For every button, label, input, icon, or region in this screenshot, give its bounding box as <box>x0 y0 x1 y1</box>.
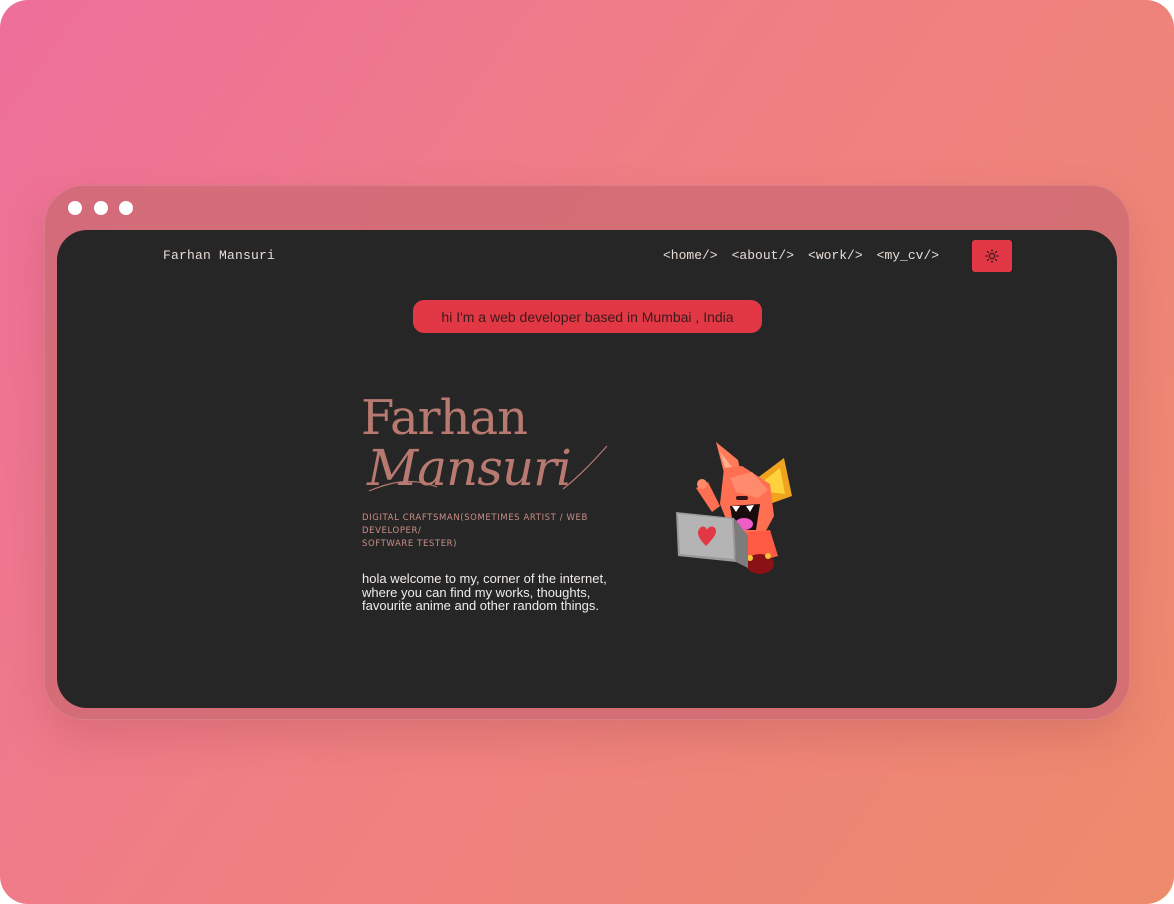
intro-text: hola welcome to my, corner of the intern… <box>362 571 607 614</box>
window-dot-3 <box>119 201 133 215</box>
sun-icon <box>985 249 999 263</box>
page-background: Farhan Mansuri <home/> <about/> <work/> … <box>0 0 1174 904</box>
tagline-pill: hi I'm a web developer based in Mumbai ,… <box>413 300 762 333</box>
window-dot-2 <box>94 201 108 215</box>
window-dot-1 <box>68 201 82 215</box>
nav-home[interactable]: <home/> <box>663 248 718 263</box>
role-line-2: SOFTWARE TESTER) <box>362 539 458 549</box>
hero-last-name: Mansuri <box>367 439 572 497</box>
site-brand[interactable]: Farhan Mansuri <box>163 248 275 263</box>
nav-work[interactable]: <work/> <box>808 248 863 263</box>
browser-window: Farhan Mansuri <home/> <about/> <work/> … <box>44 185 1130 720</box>
theme-toggle-button[interactable] <box>972 240 1012 272</box>
role-line-1: DIGITAL CRAFTSMAN(SOMETIMES ARTIST / WEB… <box>362 513 588 536</box>
nav-my-cv[interactable]: <my_cv/> <box>877 248 939 263</box>
nav-about[interactable]: <about/> <box>732 248 794 263</box>
site-viewport: Farhan Mansuri <home/> <about/> <work/> … <box>57 230 1117 708</box>
role-description: DIGITAL CRAFTSMAN(SOMETIMES ARTIST / WEB… <box>362 512 612 551</box>
main-nav: <home/> <about/> <work/> <my_cv/> <box>663 248 939 263</box>
fox-mascot-illustration <box>676 442 792 574</box>
hero-first-name: Farhan <box>361 390 528 446</box>
